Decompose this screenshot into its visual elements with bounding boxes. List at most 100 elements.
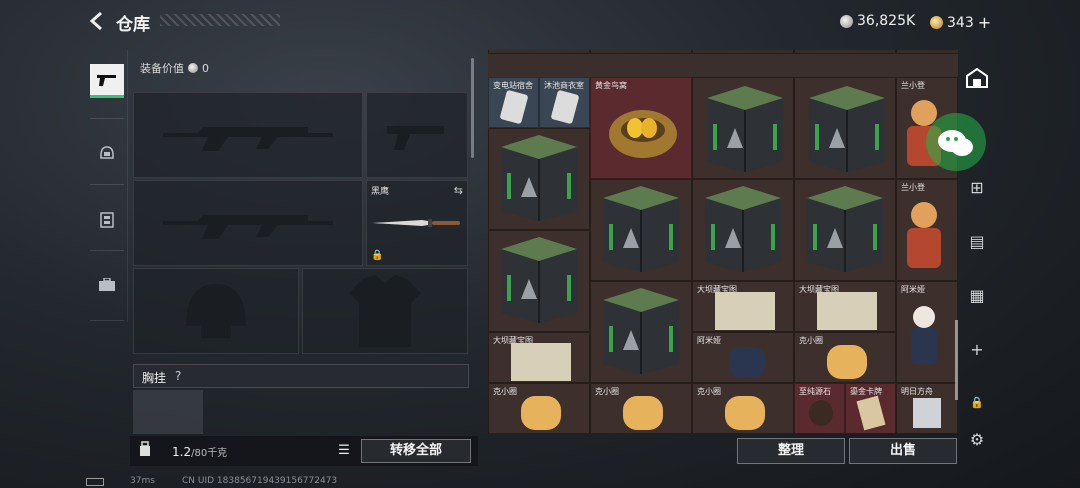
- grid-item-figure[interactable]: 克小圈: [488, 383, 590, 433]
- nav-armor[interactable]: [90, 202, 124, 236]
- grid-item-crate[interactable]: [590, 281, 692, 383]
- chest-rig-slot[interactable]: [133, 390, 203, 434]
- vest-icon: [100, 212, 114, 228]
- gold-coin-icon: [930, 16, 943, 29]
- warehouse-icon[interactable]: [960, 67, 994, 92]
- figure-body: [907, 228, 941, 268]
- weight-icon: [138, 441, 152, 461]
- equipment-value: 装备价值 0: [140, 60, 209, 76]
- equipment-scrollbar[interactable]: [471, 58, 474, 158]
- grid-item-crate[interactable]: [488, 128, 590, 230]
- golden-nest-icon: [609, 110, 677, 158]
- crate-icon: [803, 184, 887, 276]
- grid-item-crate[interactable]: [692, 179, 794, 281]
- nav-backpack[interactable]: [90, 268, 124, 302]
- nav-weapon[interactable]: [90, 64, 124, 98]
- gold-currency[interactable]: 343 +: [930, 13, 991, 32]
- grid-item-map[interactable]: 大坝藏宝图: [692, 281, 794, 332]
- keycard-icon: [550, 89, 580, 125]
- book-icon: [913, 398, 941, 428]
- nav-divider: [90, 320, 124, 321]
- list-view-icon[interactable]: ☰: [333, 440, 355, 462]
- case-icon[interactable]: ▤: [960, 232, 994, 251]
- grid-item-golden-nest[interactable]: 黄金鸟窝: [590, 77, 692, 179]
- help-icon[interactable]: ?: [175, 369, 181, 383]
- grid-cell[interactable]: [692, 50, 794, 54]
- armor-slot[interactable]: [302, 268, 468, 354]
- add-slot-icon[interactable]: +: [960, 340, 994, 359]
- grid-cell[interactable]: [794, 50, 896, 54]
- silver-coin-icon: [840, 14, 853, 28]
- card-icon: [856, 395, 886, 431]
- grid-item-figure[interactable]: 阿米娅: [692, 332, 794, 383]
- lock-icon: 🔒: [371, 250, 384, 261]
- helmet-slot[interactable]: [133, 268, 299, 354]
- uid-text: CN UID 1838567194391567724​73: [182, 476, 338, 486]
- melee-slot[interactable]: 黑鹰 ⇆ 🔒: [366, 180, 468, 266]
- crate-icon: [701, 184, 785, 276]
- equipment-value-amount: 0: [202, 61, 209, 75]
- latency-text: 37ms: [130, 476, 155, 486]
- grid-item-crate[interactable]: [692, 77, 794, 179]
- grid-item-card[interactable]: 鎏金卡牌: [845, 383, 896, 433]
- settings-gear-icon[interactable]: ⚙: [960, 430, 994, 449]
- grid-item-key[interactable]: 沐池商衣室: [539, 77, 590, 128]
- transfer-all-button[interactable]: 转移全部: [361, 439, 471, 463]
- grid-item-key[interactable]: 变电站宿舍: [488, 77, 539, 128]
- grid-item-figure[interactable]: 克小圈: [692, 383, 794, 433]
- container-icon[interactable]: ▦: [960, 286, 994, 305]
- grid-item-crate[interactable]: [794, 179, 896, 281]
- inventory-scrollbar[interactable]: [955, 320, 958, 400]
- briefcase-icon: [99, 278, 115, 291]
- figure-icon: [623, 396, 663, 430]
- sell-button[interactable]: 出售: [849, 438, 957, 464]
- inventory-grid[interactable]: 变电站宿舍 沐池商衣室 黄金鸟窝 兰小登 兰小登 大坝藏宝图 大坝藏宝图 阿米娅…: [488, 50, 958, 433]
- item-name: 克小圈: [595, 387, 619, 396]
- grid-item-figure[interactable]: 克小圈: [590, 383, 692, 433]
- crate-icon: [497, 235, 581, 327]
- grid-item-figure[interactable]: 克小圈: [794, 332, 896, 383]
- grid-item-crate[interactable]: [590, 179, 692, 281]
- nav-divider: [90, 184, 124, 185]
- item-name: 至纯源石: [799, 387, 831, 396]
- stone-icon: [809, 400, 833, 426]
- pistol-silhouette-icon: [367, 93, 467, 177]
- crate-icon: [703, 84, 787, 176]
- grid-item-map[interactable]: 大坝藏宝图: [488, 332, 590, 383]
- grid-cell[interactable]: [896, 50, 958, 54]
- page-title: 仓库: [116, 15, 150, 35]
- crate-icon: [497, 133, 581, 225]
- nav-helmet[interactable]: [90, 136, 124, 170]
- add-box-icon[interactable]: ⊞: [960, 178, 994, 197]
- primary-weapon-slot[interactable]: [133, 92, 363, 178]
- grid-item-crate[interactable]: [794, 77, 896, 179]
- chest-rig-label: 胸挂: [142, 371, 167, 385]
- equipment-value-label: 装备价值: [140, 62, 184, 75]
- item-name: 黄金鸟窝: [595, 81, 627, 90]
- helmet-silhouette-icon: [134, 269, 298, 353]
- back-arrow-icon[interactable]: [86, 10, 108, 32]
- grid-cell[interactable]: [590, 50, 692, 54]
- grid-item-figure[interactable]: 阿米娅: [896, 281, 958, 383]
- crate-icon: [599, 184, 683, 276]
- map-icon: [715, 292, 775, 330]
- figure-icon: [827, 345, 867, 379]
- grid-cell[interactable]: [488, 50, 590, 54]
- grid-item-book[interactable]: 明日方舟: [896, 383, 958, 433]
- secondary-weapon-slot[interactable]: [133, 180, 363, 266]
- nav-divider: [90, 118, 124, 119]
- add-currency-icon[interactable]: +: [978, 13, 991, 32]
- grid-item-map[interactable]: 大坝藏宝图: [794, 281, 896, 332]
- grid-item-figure[interactable]: 兰小登: [896, 179, 958, 281]
- figure-icon: [911, 202, 937, 228]
- grid-item-crate[interactable]: [488, 230, 590, 332]
- weight-max: /80千克: [191, 448, 228, 459]
- grid-item-stone[interactable]: 至纯源石: [794, 383, 845, 433]
- sort-button[interactable]: 整理: [737, 438, 845, 464]
- pistol-slot[interactable]: [366, 92, 468, 178]
- silver-amount: 36,825K: [857, 13, 916, 29]
- storage-category-nav: ⊞ ▤ ▦ + 🔒 ⚙: [960, 50, 994, 470]
- equipment-category-nav: [86, 50, 128, 322]
- silver-coin-icon: [188, 63, 198, 73]
- chest-rig-header[interactable]: [133, 364, 469, 388]
